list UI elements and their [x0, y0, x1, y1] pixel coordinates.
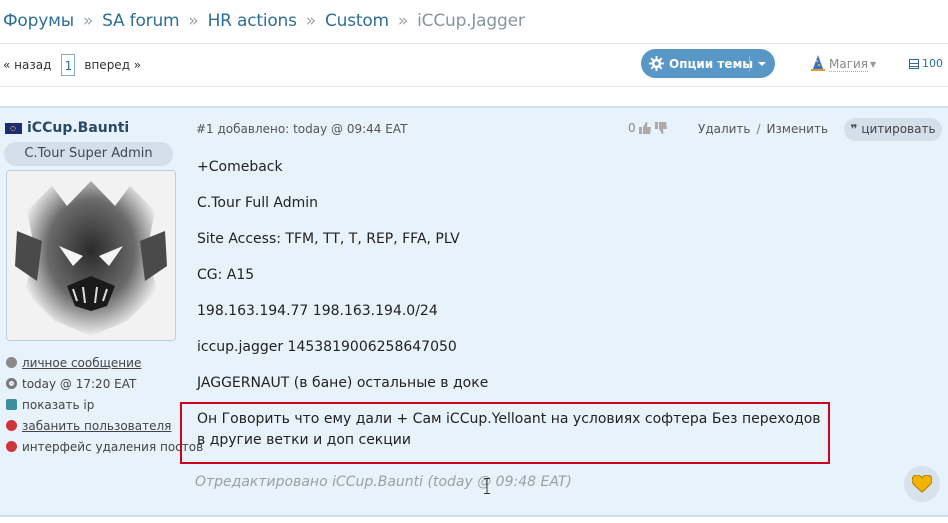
- thread-options-button[interactable]: Опции темы: [641, 49, 775, 78]
- avatar-image: [7, 171, 175, 340]
- magic-label: Магия: [829, 56, 869, 72]
- post-header: #1 добавлено: today @ 09:44 EAT: [196, 122, 408, 136]
- breadcrumb-separator: »: [82, 11, 94, 31]
- send-message-link[interactable]: личное сообщение: [6, 352, 203, 373]
- divider: [0, 86, 948, 87]
- post-line: +Comeback: [197, 159, 283, 175]
- post-line: Site Access: TFM, TT, T, REP, FFA, PLV: [197, 231, 460, 247]
- breadcrumb-link-forums[interactable]: Форумы: [3, 11, 74, 31]
- actions-separator: /: [756, 122, 761, 136]
- last-activity-label: today @ 17:20 EAT: [22, 376, 137, 391]
- pager: « назад 1 вперед »: [3, 54, 141, 76]
- breadcrumb-link-sa-forum[interactable]: SA forum: [102, 11, 179, 31]
- quote-icon: ❞: [850, 122, 858, 136]
- text-cursor-icon: [484, 478, 490, 494]
- post-line: iccup.jagger 1453819006258647050: [197, 339, 457, 355]
- post-actions: Удалить / Изменить: [698, 122, 828, 136]
- posts-per-page-value: 100: [922, 57, 943, 70]
- ban-user-link[interactable]: забанить пользователя: [6, 415, 203, 436]
- ip-icon: [6, 399, 17, 410]
- delete-posts-label[interactable]: интерфейс удаления постов: [22, 440, 203, 454]
- breadcrumb-separator: »: [188, 11, 199, 31]
- post-line: JAGGERNAUT (в бане) остальные в доке: [197, 375, 489, 391]
- delete-icon: [6, 441, 17, 452]
- post-votes: 0: [628, 121, 668, 135]
- avatar[interactable]: [6, 170, 176, 341]
- thread-options-label: Опции темы: [669, 56, 754, 71]
- edited-note: Отредактировано iCCup.Baunti (today @ 09…: [195, 474, 572, 490]
- chevron-down-icon: [758, 62, 766, 66]
- breadcrumb-link-hr-actions[interactable]: HR actions: [208, 11, 297, 31]
- user-role-badge: C.Tour Super Admin: [4, 142, 173, 166]
- clock-icon: [6, 378, 17, 389]
- dropdown-arrow-icon: ▼: [870, 59, 877, 69]
- breadcrumb-separator: »: [397, 11, 409, 31]
- post-line: 198.163.194.77 198.163.194.0/24: [197, 303, 438, 319]
- like-button[interactable]: [904, 466, 940, 502]
- delete-posts-interface-link[interactable]: интерфейс удаления постов: [6, 436, 203, 457]
- show-ip-link[interactable]: показать ip: [6, 394, 203, 415]
- breadcrumb: Форумы » SA forum » HR actions » Custom » iCCup.…: [3, 11, 525, 31]
- button-divider: [749, 56, 750, 71]
- user-info: личное сообщение today @ 17:20 EAT показ…: [6, 352, 203, 457]
- eu-flag-icon: [5, 122, 22, 134]
- thumbs-up-icon[interactable]: [638, 122, 652, 134]
- pager-current-page[interactable]: 1: [61, 54, 76, 76]
- highlighted-text: Он Говорить что ему дали + Сам iCCup.Yel…: [197, 411, 821, 448]
- send-message-label[interactable]: личное сообщение: [22, 356, 141, 370]
- gear-icon: [649, 56, 664, 71]
- heart-icon: [912, 475, 932, 493]
- post-line: CG: A15: [197, 267, 255, 283]
- ban-user-label[interactable]: забанить пользователя: [22, 419, 171, 433]
- show-ip-label[interactable]: показать ip: [22, 398, 94, 412]
- message-icon: [6, 357, 17, 368]
- list-icon: [909, 58, 919, 69]
- quote-button[interactable]: ❞ цитировать: [844, 118, 942, 141]
- quote-label: цитировать: [861, 122, 936, 136]
- pager-prev-link[interactable]: « назад: [3, 58, 51, 72]
- post-line: C.Tour Full Admin: [197, 195, 319, 211]
- vote-count: 0: [628, 121, 636, 135]
- breadcrumb-separator: »: [305, 11, 316, 31]
- ban-icon: [6, 420, 17, 431]
- posts-per-page[interactable]: 100: [909, 57, 943, 70]
- wizard-icon: [811, 55, 825, 71]
- magic-menu[interactable]: Магия ▼: [810, 55, 876, 73]
- post-author[interactable]: iCCup.Baunti: [5, 120, 129, 136]
- breadcrumb-current: iCCup.Jagger: [417, 11, 525, 31]
- edit-post-link[interactable]: Изменить: [767, 122, 829, 136]
- divider: [0, 43, 948, 44]
- last-activity: today @ 17:20 EAT: [6, 373, 203, 394]
- author-name: iCCup.Baunti: [27, 120, 130, 136]
- breadcrumb-link-custom[interactable]: Custom: [325, 11, 389, 31]
- thumbs-down-icon[interactable]: [654, 122, 668, 134]
- pager-next-link[interactable]: вперед »: [84, 58, 141, 72]
- delete-post-link[interactable]: Удалить: [698, 122, 751, 136]
